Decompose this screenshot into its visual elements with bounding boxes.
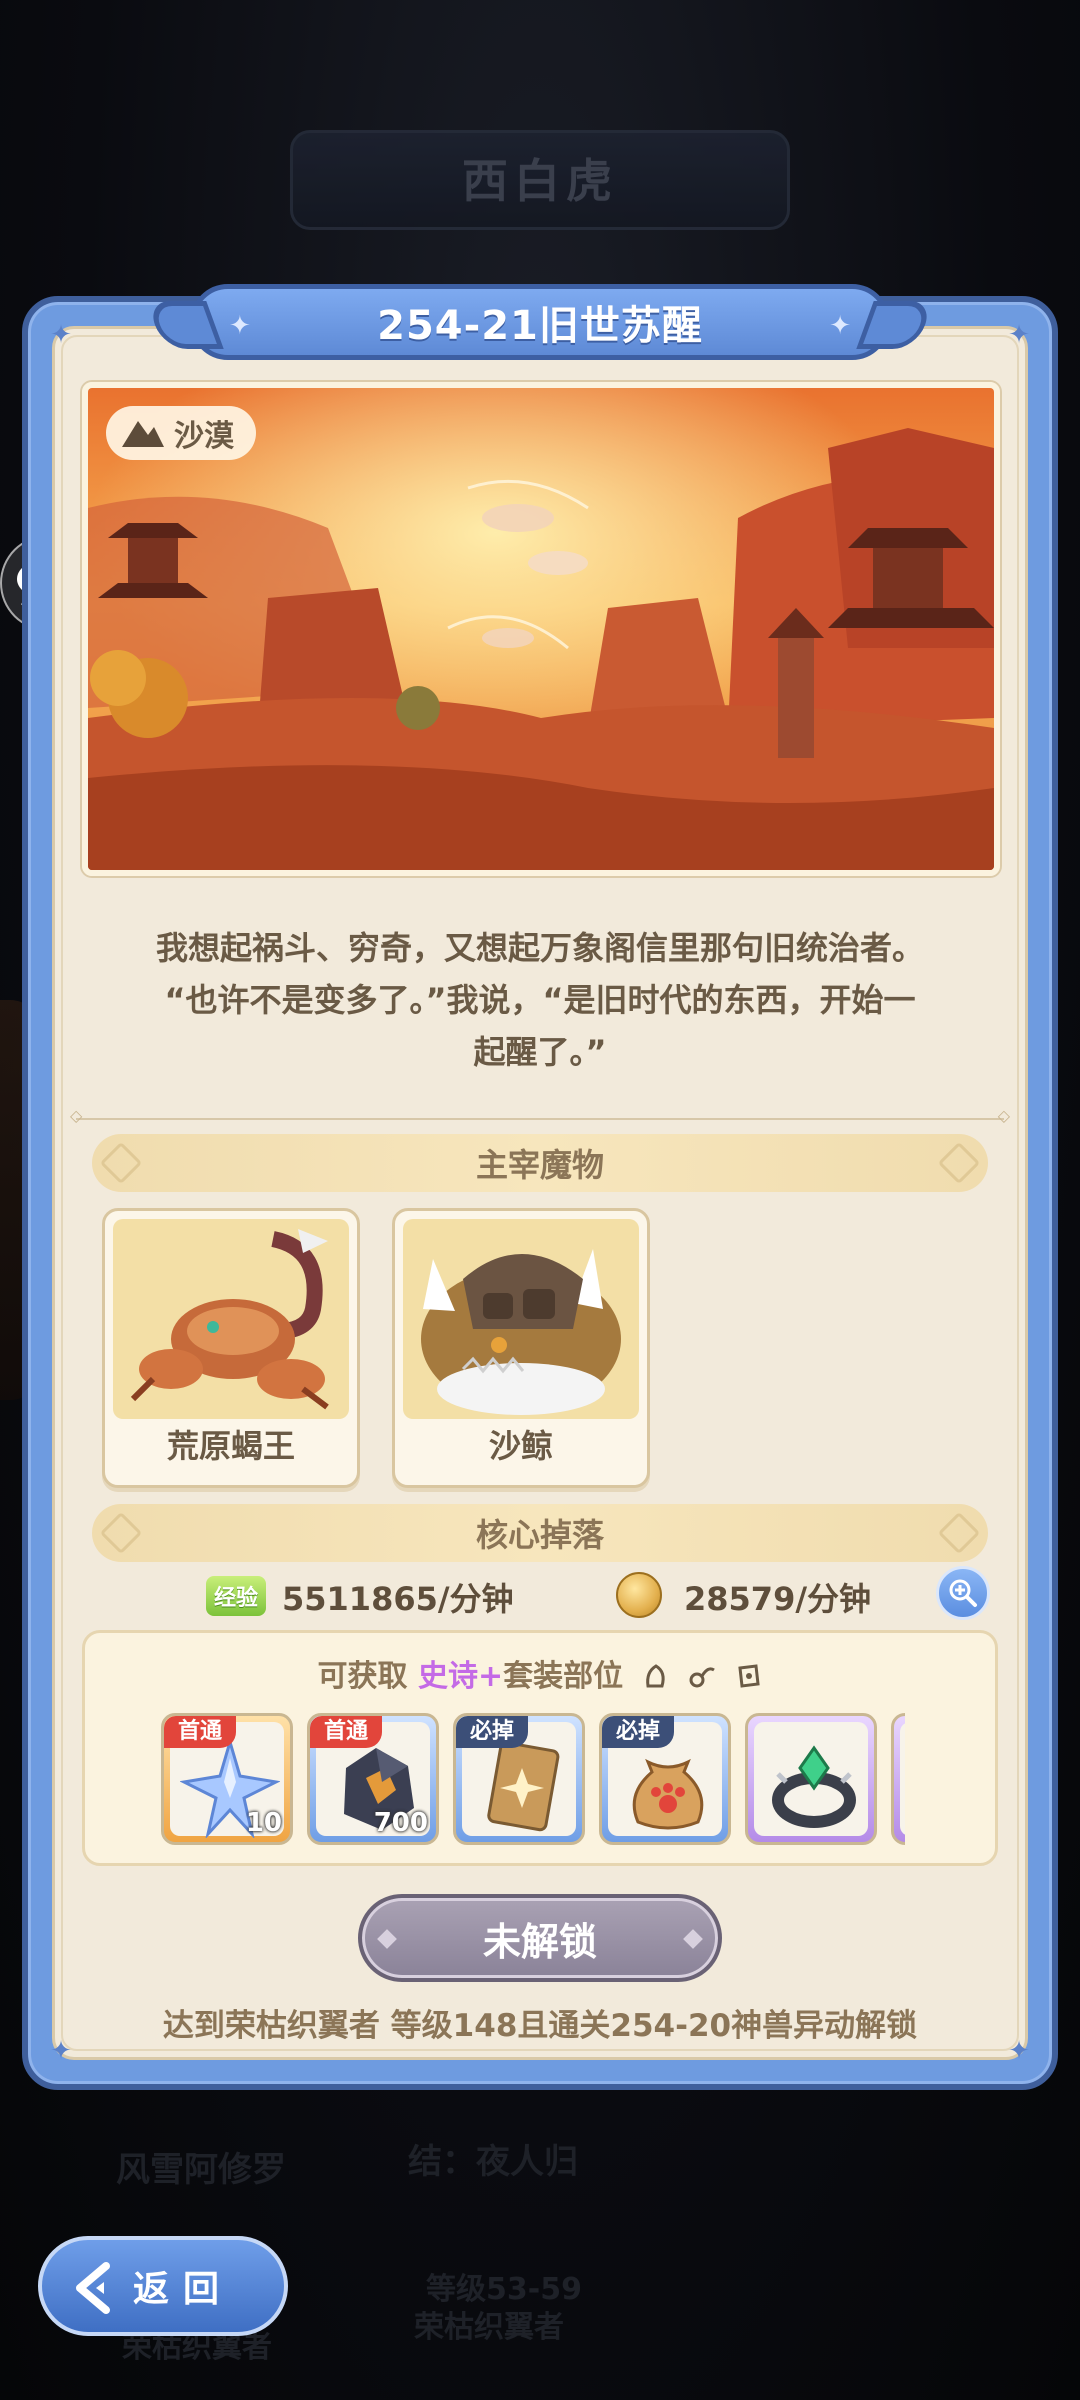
boss-portrait (113, 1219, 349, 1419)
boss-card[interactable]: 沙鲸 (392, 1208, 650, 1488)
drop-rates-row: 经验 5511865/分钟 28579/分钟 (0, 1566, 1080, 1628)
loot-item[interactable]: 首通 10 (161, 1713, 293, 1845)
talisman-icon (738, 1664, 761, 1688)
terrain-label: 沙漠 (174, 419, 234, 454)
description-line: 我想起祸斗、穷奇，又想起万象阁信里那句旧统治者。 (155, 929, 924, 967)
section-divider (70, 1106, 1010, 1125)
paw-bag-icon (632, 1758, 704, 1830)
background-stage-label: 结：夜人归 (408, 2142, 578, 2182)
stage-description: 我想起祸斗、穷奇，又想起万象阁信里那句旧统治者。 “也许不是变多了。”我说，“是… (100, 922, 980, 1078)
background-region-title: 西白虎 (462, 154, 618, 208)
guaranteed-drop-tag: 必掉 (602, 1716, 675, 1748)
drops-header-label: 核心掉落 (475, 1516, 604, 1554)
boss-card[interactable]: 荒原蝎王 (102, 1208, 360, 1488)
unlock-requirement: 达到荣枯织翼者 等级148且通关254-20神兽异动解锁 (162, 2008, 918, 2044)
description-line: “也许不是变多了。”我说，“是旧时代的东西，开始一 (164, 981, 916, 1019)
gem-ring-icon (772, 1745, 856, 1828)
loot-item[interactable]: 必掉 (599, 1713, 731, 1845)
first-clear-tag: 首通 (164, 1716, 237, 1748)
magnifier-plus-icon (949, 1579, 977, 1607)
back-label: 返回 (132, 2269, 233, 2310)
loot-title-epic: 史诗+ (417, 1659, 504, 1694)
desert-scene-illustration (88, 388, 994, 870)
scorpion-icon (130, 1229, 329, 1410)
description-line: 起醒了。” (473, 1033, 607, 1071)
sand-whale-icon (421, 1249, 621, 1415)
coin-icon (616, 1572, 662, 1618)
sparkle-icon: ✦ (229, 311, 251, 341)
boss-name: 沙鲸 (488, 1427, 553, 1465)
loot-title-prefix: 可获取 (317, 1659, 408, 1694)
exp-icon: 经验 (206, 1576, 266, 1616)
item-quantity: 700 (373, 1808, 428, 1838)
diamond-ornament-icon (99, 1511, 143, 1555)
corner-ornament-icon: ✦ (1008, 320, 1030, 350)
stage-title-ribbon: ✦ ✦ 254-21旧世苏醒 (146, 284, 934, 360)
bosses-header-label: 主宰魔物 (475, 1146, 604, 1184)
guaranteed-drop-tag: 必掉 (456, 1716, 529, 1748)
diamond-ornament-icon (377, 1929, 397, 1949)
back-button[interactable]: 返回 (38, 2236, 288, 2336)
loot-title: 可获取 史诗+套装部位 (85, 1651, 995, 1695)
stage-scene-image: 沙漠 (82, 382, 1000, 876)
diamond-ornament-icon (937, 1141, 981, 1185)
coin-rate: 28579/分钟 (684, 1580, 872, 1618)
exp-rate: 5511865/分钟 (282, 1580, 514, 1618)
background-stage-rank: 荣枯织翼者 (414, 2310, 564, 2345)
corner-ornament-icon: ✦ (50, 320, 72, 350)
background-stage-label: 风雪阿修罗 (116, 2150, 286, 2190)
item-quantity: 10 (245, 1808, 282, 1838)
zoom-in-button[interactable] (936, 1566, 990, 1620)
necklace-icon (689, 1667, 715, 1688)
card-icon (487, 1741, 560, 1832)
loot-item-frame (900, 1722, 905, 1836)
boss-name: 荒原蝎王 (166, 1427, 295, 1465)
armor-piece-icon (645, 1664, 665, 1688)
diamond-ornament-icon (937, 1511, 981, 1555)
bosses-section-header: 主宰魔物 (92, 1134, 988, 1192)
terrain-tag: 沙漠 (106, 406, 256, 460)
loot-item[interactable] (745, 1713, 877, 1845)
mountain-icon (122, 421, 164, 447)
first-clear-tag: 首通 (310, 1716, 383, 1748)
locked-start-button[interactable]: 未解锁 (358, 1894, 722, 1982)
drops-section-header: 核心掉落 (92, 1504, 988, 1562)
stage-title: 254-21旧世苏醒 (377, 303, 703, 349)
loot-box: 可获取 史诗+套装部位 首通 10 首通 700 必掉 必掉 (82, 1630, 998, 1866)
loot-title-suffix: 套装部位 (503, 1659, 624, 1694)
diamond-ornament-icon (683, 1929, 703, 1949)
diamond-ornament-icon (99, 1141, 143, 1185)
boss-portrait (403, 1219, 639, 1419)
locked-button-label: 未解锁 (482, 1919, 597, 1964)
sparkle-icon: ✦ (829, 311, 851, 341)
loot-items-row: 首通 10 首通 700 必掉 必掉 (161, 1713, 905, 1849)
back-arrow-icon (76, 2262, 110, 2314)
loot-item[interactable]: 首通 700 (307, 1713, 439, 1845)
loot-item[interactable]: 必掉 (453, 1713, 585, 1845)
loot-item-partial[interactable] (891, 1713, 905, 1845)
